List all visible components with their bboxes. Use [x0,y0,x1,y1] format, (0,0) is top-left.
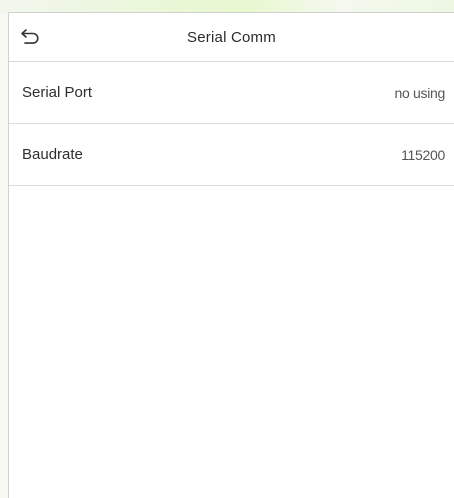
device-screen-background: Serial Comm Serial Port no using Baudrat… [0,0,454,498]
page-title: Serial Comm [187,29,276,46]
baudrate-value: 115200 [401,147,445,163]
serial-comm-screen: Serial Comm Serial Port no using Baudrat… [8,12,454,498]
baudrate-row[interactable]: Baudrate 115200 [9,124,454,186]
serial-port-value: no using [394,85,445,101]
title-bar: Serial Comm [9,13,454,62]
serial-port-row[interactable]: Serial Port no using [9,62,454,124]
baudrate-label: Baudrate [22,146,83,163]
serial-port-label: Serial Port [22,84,93,101]
